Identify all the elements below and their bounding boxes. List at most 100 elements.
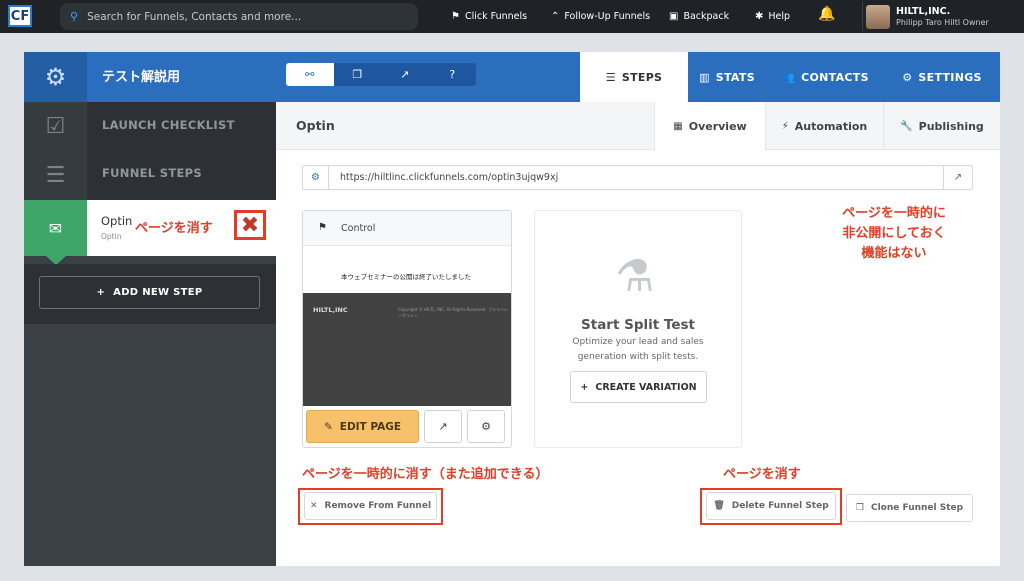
split-test-description: Optimize your lead and sales generation … bbox=[572, 337, 704, 362]
preview-page-button[interactable]: ↗ bbox=[424, 410, 462, 443]
plus-icon: + bbox=[580, 381, 589, 393]
button-label: Remove From Funnel bbox=[324, 501, 432, 511]
control-card-header: ⚑ Control bbox=[303, 211, 511, 246]
gear-icon: ⚙ bbox=[481, 420, 491, 433]
page-thumbnail-bottom[interactable]: HILTL,INC Copyright © HILTL, INC. All Ri… bbox=[303, 293, 511, 406]
open-url-icon[interactable]: ↗ bbox=[943, 166, 972, 189]
button-label: Delete Funnel Step bbox=[731, 501, 829, 511]
split-test-title: Start Split Test bbox=[581, 317, 695, 333]
question-icon[interactable]: ? bbox=[429, 63, 477, 86]
thumbnail-text: 本ウェブセミナーの公開は終了いたしました bbox=[341, 273, 471, 281]
tab-label: STEPS bbox=[621, 70, 663, 84]
global-search[interactable]: ⚲ bbox=[60, 3, 418, 30]
help-icon: ✱ bbox=[755, 11, 764, 22]
funnel-title: テスト解説用 bbox=[102, 70, 181, 85]
flask-icon: ⚗ bbox=[615, 251, 655, 302]
nav-label: Backpack bbox=[683, 11, 730, 22]
tab-label: Overview bbox=[688, 120, 747, 133]
envelope-icon: ✉ bbox=[24, 200, 87, 256]
wrench-icon: 🔧 bbox=[900, 120, 913, 132]
annotation-x-icon: ✖ bbox=[234, 210, 266, 240]
add-new-step-button[interactable]: + ADD NEW STEP bbox=[39, 276, 260, 309]
user-name-role: Philipp Taro Hiltl Owner bbox=[896, 17, 989, 27]
tab-publishing[interactable]: 🔧 Publishing bbox=[883, 102, 1000, 150]
step-url[interactable]: https://hiltlinc.clickfunnels.com/optin3… bbox=[340, 172, 558, 183]
user-menu[interactable]: HILTL,INC. Philipp Taro Hiltl Owner bbox=[862, 2, 989, 31]
annotation-line: 非公開にしておく bbox=[842, 226, 946, 241]
copy-icon[interactable]: ❐ bbox=[334, 63, 382, 86]
button-label: CREATE VARIATION bbox=[595, 381, 697, 393]
nav-click-funnels[interactable]: ⚑ Click Funnels bbox=[451, 0, 527, 33]
tab-label: SETTINGS bbox=[918, 70, 982, 84]
control-actions: ✎ EDIT PAGE ↗ ⚙ bbox=[306, 410, 508, 444]
thumbnail-brand: HILTL,INC bbox=[313, 306, 348, 314]
tab-settings[interactable]: ⚙ SETTINGS bbox=[884, 52, 1000, 102]
tab-automation[interactable]: ⚡ Automation bbox=[765, 102, 883, 150]
tab-stats[interactable]: ▥ STATS bbox=[688, 52, 766, 102]
flag-icon: ⚑ bbox=[318, 222, 327, 233]
checkbox-icon: ☑ bbox=[24, 102, 87, 150]
external-link-icon[interactable]: ↗ bbox=[381, 63, 429, 86]
control-label: Control bbox=[341, 223, 376, 234]
add-step-area: + ADD NEW STEP bbox=[24, 264, 276, 324]
step-title: Optin bbox=[296, 118, 335, 133]
page-settings-button[interactable]: ⚙ bbox=[467, 410, 505, 443]
remove-from-funnel-button[interactable]: ✕ Remove From Funnel bbox=[304, 492, 437, 520]
avatar bbox=[866, 4, 890, 29]
tab-overview[interactable]: ▦ Overview bbox=[654, 102, 765, 151]
control-card: ⚑ Control 本ウェブセミナーの公開は終了いたしました HILTL,INC… bbox=[302, 210, 512, 448]
bell-icon[interactable]: 🔔 bbox=[818, 6, 835, 22]
clone-funnel-step-button[interactable]: ❐ Clone Funnel Step bbox=[846, 494, 973, 522]
nav-label: Help bbox=[768, 11, 791, 22]
search-icon: ⚲ bbox=[70, 10, 79, 23]
trash-icon: 🗑 bbox=[713, 501, 725, 511]
external-link-icon: ↗ bbox=[438, 420, 448, 433]
nav-help[interactable]: ✱ Help bbox=[755, 0, 790, 33]
step-header: Optin ▦ Overview ⚡ Automation 🔧 Publishi… bbox=[276, 102, 1000, 151]
funnel-gear-icon[interactable]: ⚙ bbox=[24, 52, 87, 102]
step-content: Optin ▦ Overview ⚡ Automation 🔧 Publishi… bbox=[276, 102, 1000, 566]
nav-follow-up-funnels[interactable]: ⌃ Follow-Up Funnels bbox=[551, 0, 650, 33]
split-test-card: ⚗ Start Split Test Optimize your lead an… bbox=[534, 210, 742, 448]
step-tabs: ▦ Overview ⚡ Automation 🔧 Publishing bbox=[654, 102, 1000, 151]
tab-steps[interactable]: ☰ STEPS bbox=[580, 52, 688, 102]
nav-label: Click Funnels bbox=[464, 11, 528, 22]
tab-label: STATS bbox=[715, 70, 755, 84]
sidebar-item-funnel-steps[interactable]: ☰ FUNNEL STEPS bbox=[24, 150, 276, 200]
link-icon[interactable]: ⚯ bbox=[286, 63, 334, 86]
nav-backpack[interactable]: ▣ Backpack bbox=[669, 0, 729, 33]
page-thumbnail-top[interactable]: 本ウェブセミナーの公開は終了いたしました bbox=[303, 247, 511, 293]
copy-icon: ❐ bbox=[855, 503, 864, 513]
annotation-delete-page: ページを消す bbox=[135, 221, 213, 236]
grid-icon: ▦ bbox=[673, 121, 683, 132]
funnel-tools: ⚯ ❐ ↗ ? bbox=[286, 63, 476, 86]
funnel-panel: ⚙ テスト解説用 ⚯ ❐ ↗ ? ☰ STEPS ▥ STATS 👥 CONTA… bbox=[24, 52, 1000, 566]
search-input[interactable] bbox=[87, 10, 388, 23]
backpack-icon: ▣ bbox=[669, 11, 679, 22]
tab-contacts[interactable]: 👥 CONTACTS bbox=[766, 52, 884, 102]
annotation-temp-remove: ページを一時的に消す（また追加できる） bbox=[302, 467, 549, 482]
users-icon: 👥 bbox=[781, 70, 796, 84]
sidebar-item-launch-checklist[interactable]: ☑ LAUNCH CHECKLIST bbox=[24, 102, 276, 150]
bolt-icon: ⚡ bbox=[781, 120, 789, 132]
edit-page-button[interactable]: ✎ EDIT PAGE bbox=[306, 410, 419, 443]
sidebar-item-label: FUNNEL STEPS bbox=[102, 166, 202, 180]
tab-label: Publishing bbox=[918, 119, 984, 133]
step-name: Optin bbox=[101, 214, 133, 228]
delete-funnel-step-button[interactable]: 🗑 Delete Funnel Step bbox=[706, 492, 836, 520]
sidebar-item-label: LAUNCH CHECKLIST bbox=[102, 118, 235, 132]
create-variation-button[interactable]: + CREATE VARIATION bbox=[570, 371, 707, 403]
funnel-header: ⚙ テスト解説用 ⚯ ❐ ↗ ? ☰ STEPS ▥ STATS 👥 CONTA… bbox=[24, 52, 1000, 102]
clickfunnels-logo[interactable]: CF bbox=[8, 5, 32, 27]
step-type: Optin bbox=[101, 232, 122, 241]
followup-icon: ⌃ bbox=[551, 11, 560, 22]
url-gear-icon[interactable]: ⚙ bbox=[303, 166, 329, 189]
gear-icon: ⚙ bbox=[902, 70, 913, 84]
edit-icon: ✎ bbox=[323, 420, 333, 433]
button-label: Clone Funnel Step bbox=[870, 503, 964, 513]
top-bar: CF ⚲ ⚑ Click Funnels ⌃ Follow-Up Funnels… bbox=[0, 0, 1024, 33]
user-company: HILTL,INC. bbox=[896, 5, 951, 17]
plus-icon: + bbox=[96, 287, 106, 298]
cf-icon: ⚑ bbox=[451, 11, 460, 22]
button-label: EDIT PAGE bbox=[339, 420, 402, 433]
